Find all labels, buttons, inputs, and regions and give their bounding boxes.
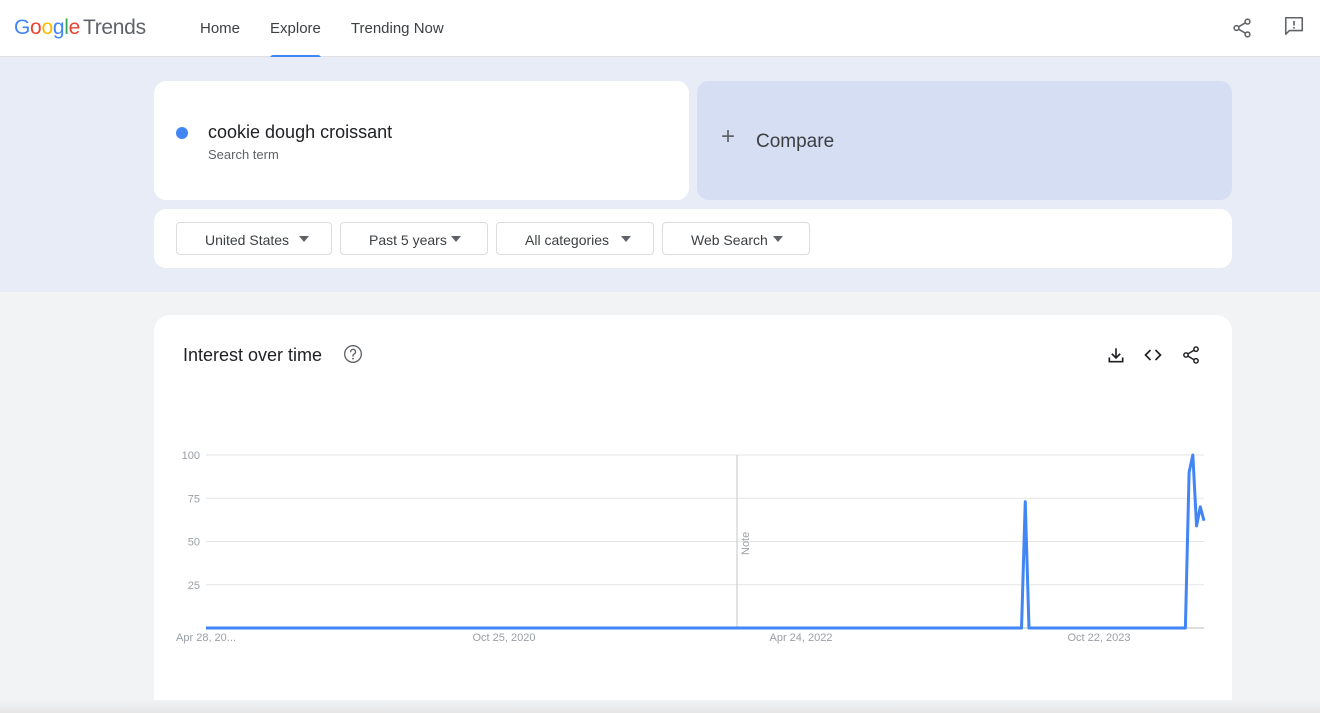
nav-trending-now[interactable]: Trending Now bbox=[351, 0, 444, 57]
logo-letter: g bbox=[52, 16, 65, 39]
interest-over-time-card: Interest over time 25 50 75 100 Note Apr 28, … bbox=[154, 315, 1232, 713]
filter-category[interactable]: All categories bbox=[496, 222, 654, 255]
nav-home[interactable]: Home bbox=[200, 0, 240, 57]
x-tick-label: Apr 24, 2022 bbox=[770, 632, 833, 644]
chevron-down-icon bbox=[773, 236, 783, 242]
x-tick-label: Apr 28, 20... bbox=[176, 632, 236, 644]
search-term-name[interactable]: cookie dough croissant bbox=[208, 122, 392, 143]
filter-time-label: Past 5 years bbox=[369, 232, 447, 248]
chevron-down-icon bbox=[451, 236, 461, 242]
logo-letter: e bbox=[68, 16, 81, 39]
logo-trends-text: Trends bbox=[82, 16, 146, 39]
logo-letter: o bbox=[30, 16, 42, 39]
search-term-card[interactable]: cookie dough croissant Search term bbox=[154, 81, 689, 200]
y-tick-label: 75 bbox=[188, 493, 200, 505]
share-icon[interactable] bbox=[1231, 17, 1253, 39]
logo-letter: o bbox=[41, 16, 53, 39]
x-tick-label: Oct 22, 2023 bbox=[1068, 632, 1131, 644]
chevron-down-icon bbox=[299, 236, 309, 242]
term-color-dot bbox=[176, 127, 188, 139]
compare-label: Compare bbox=[756, 131, 835, 152]
x-tick-label: Oct 25, 2020 bbox=[473, 632, 536, 644]
filter-category-label: All categories bbox=[525, 232, 610, 248]
nav-explore[interactable]: Explore bbox=[270, 0, 321, 58]
compare-button[interactable]: + Compare bbox=[697, 81, 1232, 200]
filter-time-range[interactable]: Past 5 years bbox=[340, 222, 488, 255]
page-bottom-edge bbox=[0, 700, 1320, 713]
filter-region[interactable]: United States bbox=[176, 222, 332, 255]
main-nav: Home Explore Trending Now bbox=[200, 0, 474, 58]
y-tick-label: 100 bbox=[182, 450, 200, 462]
note-label: Note bbox=[740, 532, 752, 555]
top-header: Google Trends Home Explore Trending Now bbox=[0, 0, 1320, 58]
search-term-subtitle: Search term bbox=[208, 147, 279, 162]
chevron-down-icon bbox=[621, 236, 631, 242]
filter-region-label: United States bbox=[205, 232, 290, 248]
google-trends-logo[interactable]: Google Trends bbox=[14, 16, 146, 40]
filter-bar: United States Past 5 years All categorie… bbox=[154, 209, 1232, 268]
filter-search-type[interactable]: Web Search bbox=[662, 222, 810, 255]
feedback-icon[interactable] bbox=[1283, 15, 1305, 37]
plus-icon: + bbox=[721, 123, 736, 150]
interest-line-chart[interactable]: 25 50 75 100 Note Apr 28, 20... Oct 25, 2020 Ap… bbox=[154, 315, 1232, 713]
filter-search-type-label: Web Search bbox=[691, 232, 768, 248]
y-tick-label: 50 bbox=[188, 537, 200, 549]
logo-letter: G bbox=[14, 16, 31, 39]
y-tick-label: 25 bbox=[188, 580, 200, 592]
